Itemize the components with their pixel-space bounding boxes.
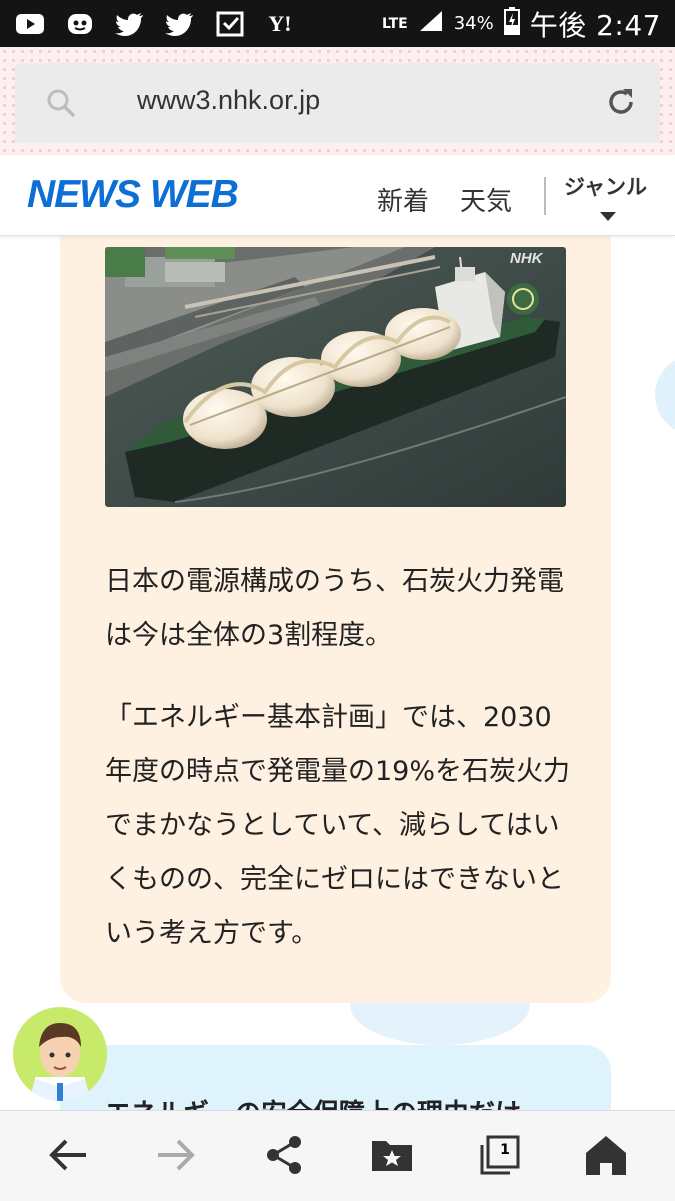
tab-count: 1	[500, 1142, 510, 1158]
youtube-icon	[14, 11, 46, 37]
twitter-icon	[164, 11, 196, 37]
background-decoration	[655, 355, 675, 435]
twitter-icon	[114, 11, 146, 37]
url-text[interactable]: www3.nhk.or.jp	[137, 85, 320, 116]
battery-icon	[503, 7, 520, 40]
news-web-logo[interactable]: NEWS WEB	[27, 173, 239, 217]
presenter-avatar	[13, 1007, 107, 1101]
nav-new[interactable]: 新着	[377, 181, 429, 218]
chevron-down-icon[interactable]	[600, 212, 616, 221]
tabs-icon[interactable]: 1	[478, 1133, 522, 1177]
nhk-watermark: NHK	[510, 250, 544, 267]
lng-tanker-photo: NHK	[105, 247, 566, 507]
news-icon	[214, 11, 246, 37]
battery-percent: 34%	[453, 13, 494, 34]
reload-icon[interactable]	[604, 85, 638, 119]
address-bar[interactable]: www3.nhk.or.jp	[15, 63, 660, 143]
nav-genre[interactable]: ジャンル	[564, 171, 647, 201]
status-bar: Y! LTE 34% 午後 2:47	[0, 0, 675, 47]
forward-icon[interactable]	[154, 1133, 198, 1177]
home-icon[interactable]	[584, 1133, 628, 1177]
bookmark-folder-icon[interactable]	[370, 1133, 414, 1177]
article-paragraph: 日本の電源構成のうち、石炭火力発電は今は全体の3割程度。	[105, 566, 564, 651]
nav-divider	[544, 177, 546, 215]
article-paragraph: 「エネルギー基本計画」では、2030年度の時点で発電量の19%を石炭火力でまかな…	[105, 702, 571, 949]
messenger-icon	[64, 11, 96, 37]
browser-bottom-bar: 1	[0, 1110, 675, 1201]
signal-icon	[418, 9, 444, 38]
network-type: LTE	[381, 15, 408, 32]
nav-weather[interactable]: 天気	[460, 181, 512, 218]
next-section-heading: エネルギーの安全保障上の理由だけ	[105, 1093, 521, 1110]
back-icon[interactable]	[46, 1133, 90, 1177]
site-header: NEWS WEB 新着 天気 ジャンル	[0, 155, 675, 236]
clock: 午後 2:47	[529, 8, 661, 42]
share-icon[interactable]	[262, 1133, 306, 1177]
browser-toolbar: www3.nhk.or.jp	[0, 47, 675, 155]
notification-icons: Y!	[14, 11, 296, 37]
yahoo-icon: Y!	[268, 10, 292, 36]
search-icon[interactable]	[45, 87, 77, 119]
article-content: NHK 日本の電源構成のうち、石炭火力発電は今は全体の3割程度。 「エネルギー基…	[0, 235, 675, 1110]
